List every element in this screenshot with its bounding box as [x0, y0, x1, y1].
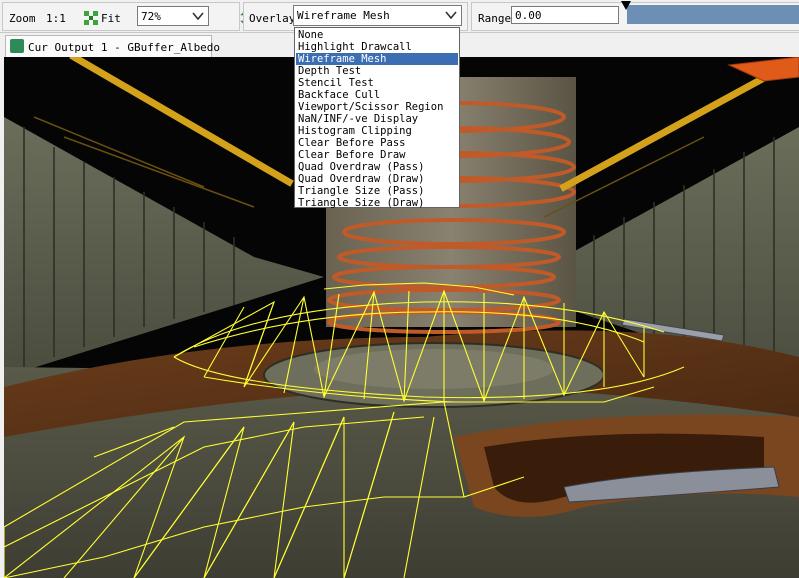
zoom-1to1-button[interactable]: 1:1 — [46, 12, 66, 25]
range-marker[interactable] — [621, 1, 631, 10]
overlay-option[interactable]: None — [296, 29, 458, 41]
fit-icon[interactable] — [83, 10, 99, 26]
overlay-option[interactable]: Histogram Clipping — [296, 125, 458, 137]
overlay-option[interactable]: Triangle Size (Draw) — [296, 197, 458, 209]
overlay-option[interactable]: NaN/INF/-ve Display — [296, 113, 458, 125]
overlay-option[interactable]: Quad Overdraw (Pass) — [296, 161, 458, 173]
range-histogram-bar[interactable] — [627, 5, 799, 24]
tab-cur-output[interactable]: Cur Output 1 - GBuffer_Albedo — [5, 35, 220, 57]
overlay-option[interactable]: Triangle Size (Pass) — [296, 185, 458, 197]
texture-output-icon — [10, 39, 24, 53]
zoom-group: Zoom 1:1 Fit 72% — [2, 2, 252, 31]
zoom-select[interactable]: 72% — [137, 6, 209, 26]
range-input[interactable]: 0.00 — [511, 6, 619, 24]
tab-label: Cur Output 1 - GBuffer_Albedo — [28, 41, 221, 54]
overlay-label: Overlay — [249, 12, 296, 25]
overlay-option[interactable]: Viewport/Scissor Region — [296, 101, 458, 113]
overlay-select[interactable]: Wireframe Mesh — [293, 5, 462, 26]
overlay-option[interactable]: Stencil Test — [296, 77, 458, 89]
overlay-option[interactable]: Highlight Drawcall — [296, 41, 458, 53]
overlay-option[interactable]: Clear Before Pass — [296, 137, 458, 149]
overlay-option[interactable]: Depth Test — [296, 65, 458, 77]
range-value: 0.00 — [515, 9, 542, 22]
overlay-option[interactable]: Wireframe Mesh — [296, 53, 458, 65]
overlay-dropdown-list[interactable]: None Highlight Drawcall Wireframe Mesh Dept… — [294, 27, 460, 209]
zoom-value: 72% — [141, 10, 161, 23]
overlay-option[interactable]: Clear Before Draw — [296, 149, 458, 161]
chevron-down-icon — [192, 12, 204, 21]
fit-button[interactable]: Fit — [101, 12, 121, 25]
zoom-label: Zoom — [9, 12, 36, 25]
overlay-option[interactable]: Quad Overdraw (Draw) — [296, 173, 458, 185]
range-label: Range — [478, 12, 512, 25]
overlay-option[interactable]: Backface Cull — [296, 89, 458, 101]
overlay-value: Wireframe Mesh — [297, 9, 390, 22]
chevron-down-icon — [445, 11, 457, 20]
